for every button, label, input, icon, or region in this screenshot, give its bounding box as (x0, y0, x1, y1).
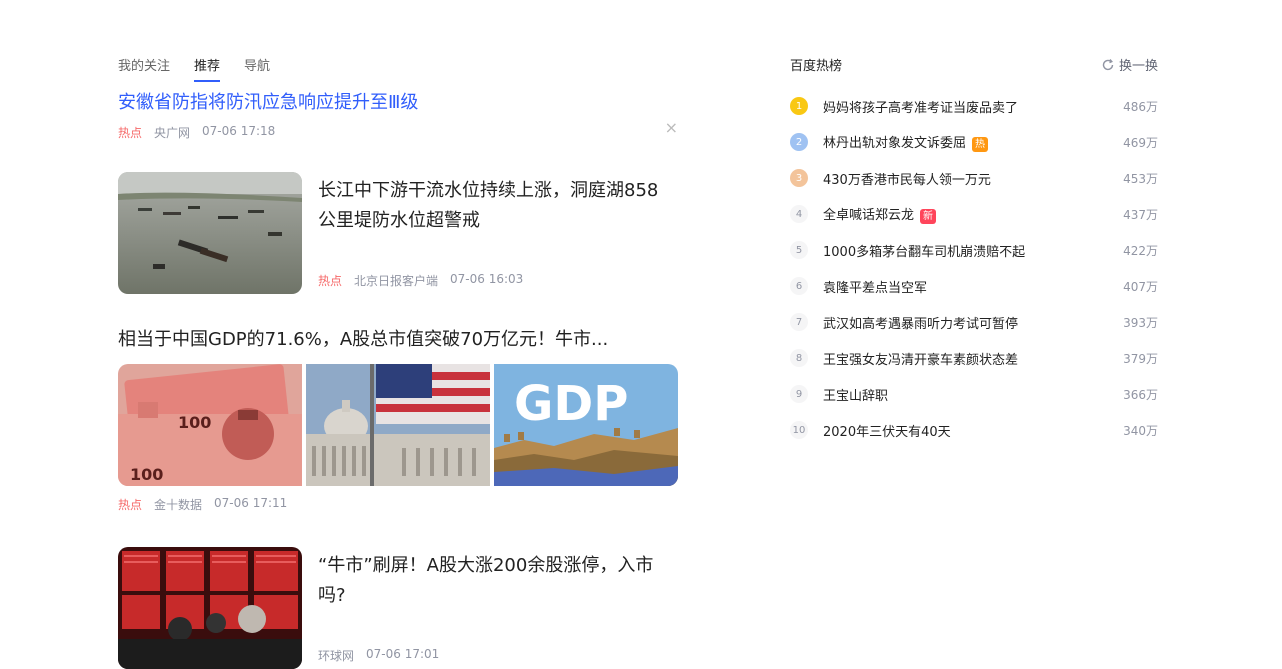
top-news-title[interactable]: 安徽省防指将防汛应急响应提升至Ⅲ级 (118, 88, 678, 114)
hot-list-items: 1 妈妈将孩子高考准考证当废品卖了 486万 2 林丹出轨对象发文诉委屈热 46… (790, 88, 1158, 448)
hot-item-text: 2020年三伏天有40天 (823, 424, 951, 440)
refresh-label: 换一换 (1118, 59, 1158, 74)
river-thumbnail[interactable] (118, 172, 302, 294)
capitol-flag-image[interactable] (306, 364, 490, 486)
news-time: 07-06 17:01 (366, 647, 440, 661)
hot-list-title: 百度热榜 (790, 59, 843, 74)
hot-item-count: 486万 (1123, 99, 1158, 114)
news-source[interactable]: 北京日报客户端 (354, 272, 438, 289)
rmb-banknote-image[interactable]: 100 100 (118, 364, 302, 486)
hot-item-count: 366万 (1123, 387, 1158, 402)
rank-badge: 10 (790, 421, 808, 439)
rank-badge: 1 (790, 97, 808, 115)
hot-item-count: 340万 (1123, 423, 1158, 438)
hot-item[interactable]: 7 武汉如高考遇暴雨听力考试可暂停 393万 (790, 304, 1158, 340)
rank-badge: 4 (790, 205, 808, 223)
banknote-value-2: 100 (130, 465, 163, 484)
rank-badge: 9 (790, 385, 808, 403)
close-icon[interactable]: × (665, 118, 678, 137)
news-time: 07-06 16:03 (450, 272, 524, 286)
hot-item-text: 妈妈将孩子高考准考证当废品卖了 (823, 100, 1019, 116)
gdp-wall-image[interactable]: GDP (494, 364, 678, 486)
gdp-text: GDP (514, 376, 628, 432)
news-source[interactable]: 环球网 (318, 647, 354, 664)
news-time: 07-06 17:11 (214, 496, 288, 510)
refresh-icon (1102, 58, 1114, 70)
hot-item[interactable]: 10 2020年三伏天有40天 340万 (790, 412, 1158, 448)
rank-badge: 2 (790, 133, 808, 151)
tab-my-follow[interactable]: 我的关注 (118, 55, 170, 82)
rank-badge: 8 (790, 349, 808, 367)
hot-item-count: 437万 (1123, 207, 1158, 222)
hot-item-text: 王宝强女友冯清开豪车素颜状态差 (823, 352, 1019, 368)
gdp-news-meta: 热点 金十数据 07-06 17:11 (118, 496, 678, 513)
rank-badge: 3 (790, 169, 808, 187)
hot-item[interactable]: 6 袁隆平差点当空军 407万 (790, 268, 1158, 304)
tab-navigation[interactable]: 导航 (244, 55, 270, 82)
hot-label: 热点 (118, 126, 143, 140)
hot-item-text: 袁隆平差点当空军 (823, 280, 928, 296)
hot-item[interactable]: 3 430万香港市民每人领一万元 453万 (790, 160, 1158, 196)
hot-item[interactable]: 5 1000多箱茅台翻车司机崩溃赔不起 422万 (790, 232, 1158, 268)
hot-item-text: 林丹出轨对象发文诉委屈 (823, 136, 967, 151)
hot-item[interactable]: 9 王宝山辞职 366万 (790, 376, 1158, 412)
hot-item-count: 379万 (1123, 351, 1158, 366)
hot-item[interactable]: 2 林丹出轨对象发文诉委屈热 469万 (790, 124, 1158, 160)
hot-item-count: 422万 (1123, 243, 1158, 258)
river-news-meta: 热点 北京日报客户端 07-06 16:03 (318, 272, 523, 289)
news-card-gdp[interactable]: 相当于中国GDP的71.6%，A股总市值突破70万亿元！牛市... 100 10… (118, 326, 678, 513)
gdp-news-title[interactable]: 相当于中国GDP的71.6%，A股总市值突破70万亿元！牛市... (118, 326, 678, 354)
bull-market-news-title[interactable]: “牛市”刷屏！A股大涨200余股涨停，入市吗? (318, 551, 674, 611)
hot-tag-badge: 热 (972, 137, 989, 152)
hot-item-text: 430万香港市民每人领一万元 (823, 172, 991, 188)
rank-badge: 5 (790, 241, 808, 259)
river-news-title[interactable]: 长江中下游干流水位持续上涨，洞庭湖858公里堤防水位超警戒 (318, 176, 674, 236)
banknote-value: 100 (178, 413, 211, 432)
hot-item-count: 407万 (1123, 279, 1158, 294)
baidu-hot-list: 百度热榜 换一换 1 妈妈将孩子高考准考证当废品卖了 486万 2 林丹出轨对象… (790, 55, 1158, 448)
new-tag-badge: 新 (920, 209, 937, 224)
rank-badge: 6 (790, 277, 808, 295)
hot-item-count: 453万 (1123, 171, 1158, 186)
gdp-image-strip: 100 100 GDP (118, 364, 678, 486)
hot-item-count: 469万 (1123, 135, 1158, 150)
news-card-river[interactable]: 长江中下游干流水位持续上涨，洞庭湖858公里堤防水位超警戒 热点 北京日报客户端… (118, 172, 678, 294)
news-source[interactable]: 金十数据 (154, 496, 202, 513)
hot-item-text: 全卓喊话郑云龙 (823, 208, 915, 223)
hot-item[interactable]: 4 全卓喊话郑云龙新 437万 (790, 196, 1158, 232)
hot-label: 热点 (318, 274, 343, 288)
bull-market-news-meta: 环球网 07-06 17:01 (318, 647, 439, 664)
rank-badge: 7 (790, 313, 808, 331)
top-news: 安徽省防指将防汛应急响应提升至Ⅲ级 热点 央广网 07-06 17:18 × (118, 88, 678, 141)
news-time: 07-06 17:18 (202, 124, 276, 138)
hot-item[interactable]: 1 妈妈将孩子高考准考证当废品卖了 486万 (790, 88, 1158, 124)
refresh-button[interactable]: 换一换 (1101, 55, 1158, 74)
news-source[interactable]: 央广网 (154, 124, 190, 141)
hot-list-header: 百度热榜 换一换 (790, 55, 1158, 74)
hot-item-text: 1000多箱茅台翻车司机崩溃赔不起 (823, 244, 1026, 260)
top-news-meta: 热点 央广网 07-06 17:18 (118, 124, 678, 141)
hot-item[interactable]: 8 王宝强女友冯清开豪车素颜状态差 379万 (790, 340, 1158, 376)
hot-item-text: 武汉如高考遇暴雨听力考试可暂停 (823, 316, 1019, 332)
hot-item-text: 王宝山辞职 (823, 388, 889, 404)
feed-tabs: 我的关注 推荐 导航 (118, 55, 270, 82)
tab-recommend[interactable]: 推荐 (194, 55, 221, 82)
hot-label: 热点 (118, 498, 143, 512)
hot-item-count: 393万 (1123, 315, 1158, 330)
